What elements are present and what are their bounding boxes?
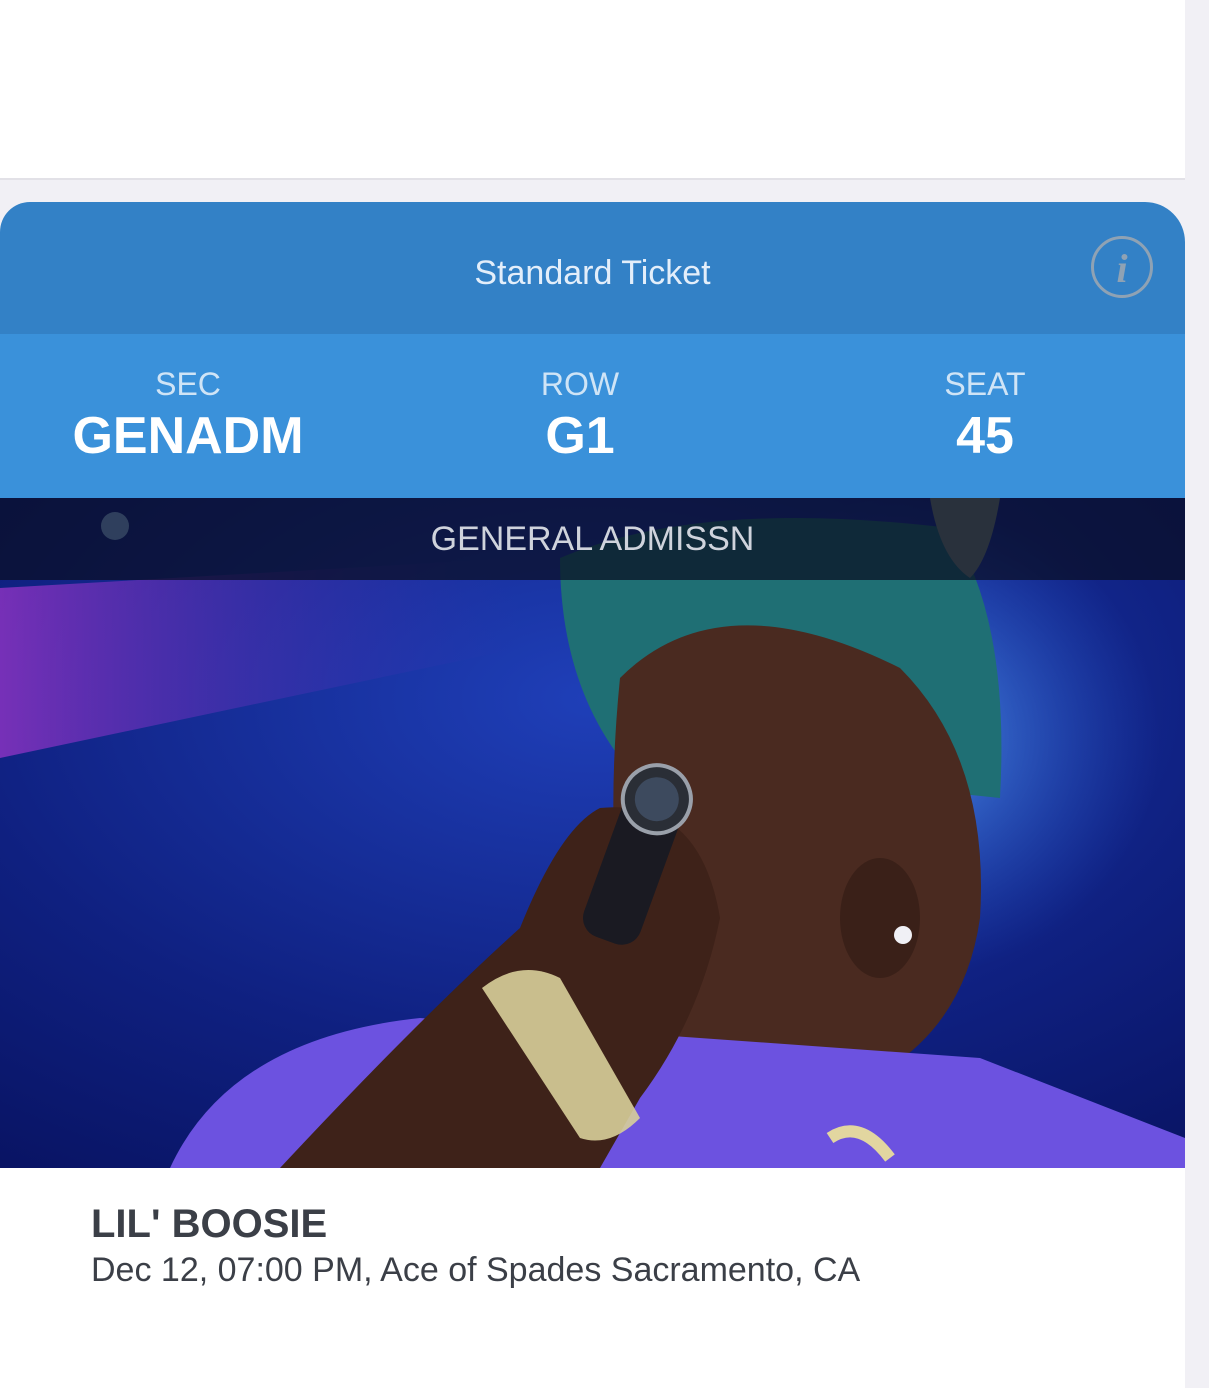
ticket-type-label: Standard Ticket: [474, 254, 711, 292]
seat-value: 45: [956, 407, 1014, 465]
ticket-card[interactable]: Standard Ticket i SEC GENADM ROW G1 SEAT…: [0, 202, 1185, 1388]
info-icon[interactable]: i: [1091, 236, 1153, 298]
section-value: GENADM: [72, 407, 304, 465]
page: Standard Ticket i SEC GENADM ROW G1 SEAT…: [0, 0, 1209, 1388]
scrollbar[interactable]: [1187, 0, 1209, 1388]
admission-label: GENERAL ADMISSN: [430, 520, 755, 558]
row-value: G1: [545, 407, 615, 465]
event-title: LIL' BOOSIE: [91, 1202, 328, 1246]
ticket-header: Standard Ticket i: [0, 202, 1185, 334]
previous-card: [0, 0, 1185, 180]
seat-info-bar: SEC GENADM ROW G1 SEAT 45: [0, 334, 1185, 498]
seat-label: SEAT: [944, 366, 1026, 402]
admission-band: GENERAL ADMISSN: [0, 498, 1185, 580]
event-details: Dec 12, 07:00 PM, Ace of Spades Sacramen…: [91, 1251, 861, 1289]
event-photo: GENERAL ADMISSN: [0, 498, 1185, 1168]
section-label: SEC: [155, 366, 221, 402]
performer-photo-illustration: [0, 498, 1185, 1168]
row-label: ROW: [540, 366, 620, 402]
